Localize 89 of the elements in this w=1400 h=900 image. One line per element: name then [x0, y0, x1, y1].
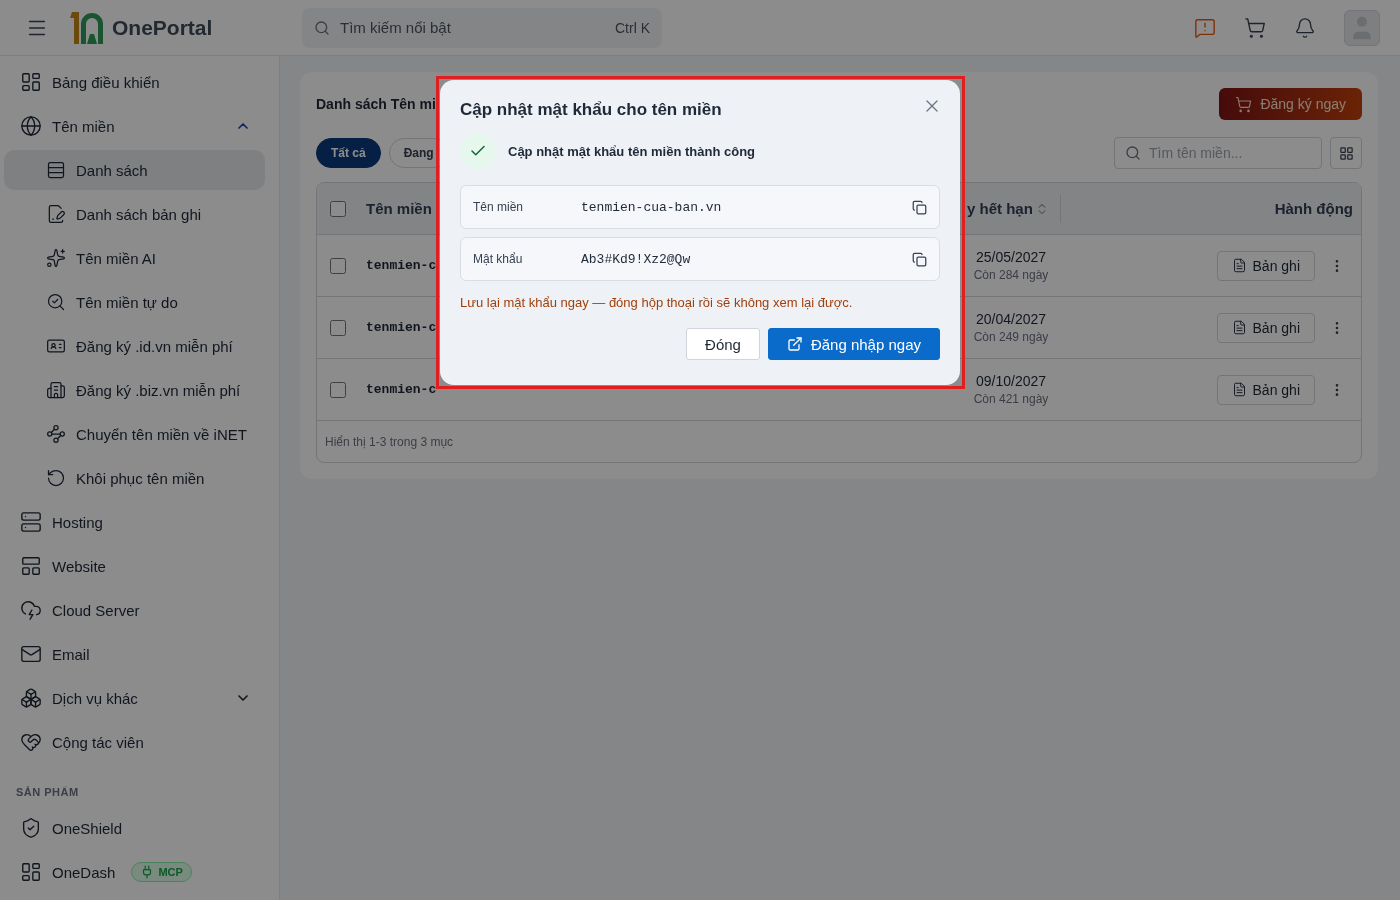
external-link-icon	[786, 336, 803, 352]
login-button[interactable]: Đăng nhập ngay	[767, 328, 940, 360]
sidebar-item[interactable]: Hosting	[4, 500, 265, 544]
cloud-icon	[20, 599, 42, 621]
days-remaining: Còn 284 ngày	[973, 268, 1049, 282]
register-button[interactable]: Đăng ký ngay	[1219, 88, 1362, 120]
sidebar-item[interactable]: Danh sách	[4, 150, 265, 190]
cart-icon[interactable]	[1244, 16, 1266, 39]
records-button[interactable]: Bản ghi	[1216, 250, 1315, 281]
page-title: Danh sách Tên mi	[316, 96, 436, 112]
search-field[interactable]: Tìm kiếm nổi bật Ctrl K	[302, 7, 662, 48]
field-label: Tên miền	[473, 200, 525, 214]
domain-name: tenmien-c	[366, 382, 437, 397]
sidebar-item[interactable]: Tên miền tự do	[4, 280, 265, 324]
dashboard-icon	[20, 71, 42, 93]
pagination-info: Hiển thị 1-3 trong 3 mục	[324, 433, 455, 451]
close-button[interactable]: Đóng	[686, 328, 760, 360]
copy-icon[interactable]	[912, 199, 927, 215]
row-checkbox[interactable]	[330, 257, 346, 274]
check-icon	[460, 133, 496, 169]
field-label: Mật khẩu	[473, 252, 524, 266]
row-checkbox[interactable]	[330, 381, 346, 398]
shortcut-hint: Ctrl K	[615, 19, 650, 36]
document-icon	[1231, 320, 1247, 335]
mcp-badge: MCP	[131, 862, 192, 882]
list-icon	[46, 160, 66, 180]
sparkles-icon	[46, 248, 66, 268]
expiry-date: 20/04/2027	[975, 311, 1047, 327]
sidebar-item[interactable]: Đăng ký .id.vn miễn phí	[4, 324, 265, 368]
sidebar-item[interactable]: Tên miền	[4, 104, 265, 148]
sidebar-item[interactable]: Khôi phục tên miền	[4, 456, 265, 500]
mail-icon	[20, 643, 42, 665]
sidebar-item[interactable]: Đăng ký .biz.vn miễn phí	[4, 368, 265, 412]
days-remaining: Còn 421 ngày	[973, 392, 1049, 406]
boxes-icon	[20, 687, 42, 709]
field-value: tenmien-cua-ban.vn	[581, 199, 723, 215]
days-remaining: Còn 249 ngày	[973, 330, 1049, 344]
sidebar-item[interactable]: Danh sách bản ghi	[4, 192, 265, 236]
search-check-icon	[46, 292, 66, 312]
expiry-date: 09/10/2027	[975, 373, 1047, 389]
sidebar-item[interactable]: Tên miền AI	[4, 236, 265, 280]
domain-name: tenmien-c	[366, 258, 437, 273]
section-title: SẢN PHẨM	[15, 785, 80, 800]
heart-handshake-icon	[20, 731, 42, 753]
grid-icon	[1338, 145, 1354, 161]
copy-icon[interactable]	[912, 251, 927, 267]
cart-icon	[1235, 95, 1253, 113]
sidebar-item[interactable]: Chuyển tên miền về iNET	[4, 412, 265, 456]
globe-icon	[20, 115, 42, 137]
column-header: y hết hạn	[967, 200, 1033, 217]
sidebar-item[interactable]: OneShield	[4, 806, 265, 850]
server-icon	[20, 511, 42, 533]
sidebar-item[interactable]: Cloud Server	[4, 588, 265, 632]
search-input[interactable]: Tìm kiếm nổi bật	[338, 18, 607, 37]
select-all-checkbox[interactable]	[330, 200, 346, 217]
expiry-date: 25/05/2027	[975, 249, 1047, 265]
records-button[interactable]: Bản ghi	[1216, 312, 1315, 343]
sidebar-item[interactable]: Dịch vụ khác	[4, 676, 265, 720]
filter-tab[interactable]: Tất cả	[316, 138, 381, 168]
sidebar-item[interactable]: Website	[4, 544, 265, 588]
column-header: Hành động	[1274, 200, 1354, 217]
warning-text: Lưu lại mật khẩu ngay — đóng hộp thoại rồi sẽ không xem lại được.	[460, 295, 854, 310]
column-header: Tên miền	[366, 200, 432, 217]
search-icon	[1125, 145, 1141, 161]
domain-name: tenmien-c	[366, 320, 437, 335]
document-icon	[1231, 382, 1247, 397]
search-icon	[314, 19, 330, 36]
sidebar-item[interactable]: Cộng tác viên	[4, 720, 265, 764]
shield-icon	[20, 817, 42, 839]
logo-icon	[68, 9, 106, 46]
sidebar-item[interactable]: Bảng điều khiển	[4, 60, 265, 104]
layout-icon	[20, 555, 42, 577]
rotate-icon	[46, 468, 66, 488]
success-message: Cập nhật mật khẩu tên miền thành công	[508, 143, 756, 159]
document-icon	[1231, 258, 1247, 273]
grid-view-button[interactable]	[1330, 137, 1362, 169]
records-button[interactable]: Bản ghi	[1216, 374, 1315, 405]
network-icon	[46, 424, 66, 444]
message-alert-icon[interactable]	[1194, 16, 1216, 39]
sidebar-item[interactable]: Email	[4, 632, 265, 676]
row-checkbox[interactable]	[330, 319, 346, 336]
field-value: Ab3#Kd9!Xz2@Qw	[581, 251, 692, 267]
sidebar-item[interactable]: OneDash MCP	[4, 850, 265, 894]
file-edit-icon	[46, 204, 66, 224]
dashboard-icon	[20, 861, 42, 883]
building-icon	[46, 380, 66, 400]
dialog-title: Cập nhật mật khẩu cho tên miền	[460, 100, 722, 120]
logo-text: OnePortal	[112, 15, 213, 40]
bell-icon[interactable]	[1294, 16, 1316, 39]
